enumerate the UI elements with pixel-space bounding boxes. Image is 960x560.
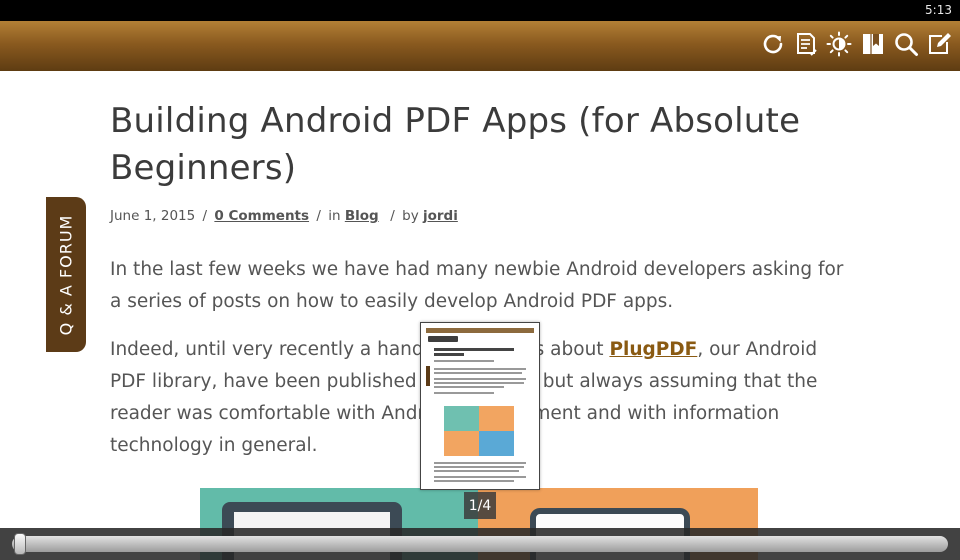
qa-forum-tab[interactable]: Q & A FORUM — [46, 197, 86, 352]
thumbnail-side-tab — [426, 366, 430, 386]
thumbnail-header — [426, 328, 534, 333]
thumbnail-text-line — [434, 480, 514, 482]
thumbnail-text-line — [434, 382, 524, 384]
page-seek-bar — [0, 528, 960, 560]
plugpdf-link[interactable]: PlugPDF — [609, 339, 697, 360]
seek-thumb[interactable] — [14, 533, 26, 555]
brightness-button[interactable] — [824, 29, 854, 59]
edit-button[interactable] — [924, 29, 954, 59]
notes-button[interactable] — [791, 29, 821, 59]
meta-separator: / — [316, 208, 321, 224]
thumbnail-text-line — [434, 368, 526, 370]
bookmark-icon — [863, 34, 883, 54]
meta-separator: / — [202, 208, 208, 224]
search-button[interactable] — [891, 29, 921, 59]
reader-toolbar — [0, 21, 960, 71]
status-bar: 5:13 — [0, 0, 960, 21]
thumbnail-text-line — [434, 476, 526, 478]
page-indicator: 1/4 — [464, 492, 496, 519]
thumbnail-title-line — [434, 348, 514, 351]
thumbnail-text-line — [434, 466, 524, 468]
article-meta: June 1, 2015 / 0 Comments / in Blog / by… — [110, 208, 850, 224]
refresh-button[interactable] — [758, 29, 788, 59]
bookmark-button[interactable] — [858, 29, 888, 59]
thumbnail-text-line — [434, 470, 519, 472]
thumbnail-text-line — [434, 462, 526, 464]
thumbnail-text-line — [434, 392, 494, 394]
status-time: 5:13 — [925, 3, 952, 17]
comments-link[interactable]: 0 Comments — [214, 208, 309, 224]
meta-separator: / — [390, 208, 395, 224]
thumbnail-text-line — [434, 386, 504, 388]
thumbnail-logo — [428, 336, 458, 342]
author-link[interactable]: jordi — [423, 208, 458, 224]
edit-icon — [929, 33, 951, 54]
article-paragraph: In the last few weeks we have had many n… — [110, 259, 844, 312]
refresh-icon — [763, 34, 783, 54]
thumbnail-content — [426, 328, 534, 484]
search-icon — [895, 33, 918, 56]
thumbnail-text-line — [434, 378, 526, 380]
thumbnail-title-line — [434, 353, 464, 356]
article-title: Building Android PDF Apps (for Absolute … — [110, 101, 801, 188]
thumbnail-text-line — [434, 360, 494, 362]
seek-track[interactable] — [12, 536, 948, 552]
thumbnail-text-line — [434, 372, 522, 374]
post-date: June 1, 2015 — [110, 208, 196, 224]
thumbnail-image — [444, 431, 479, 456]
thumbnail-image — [479, 406, 514, 431]
page-thumbnail[interactable] — [420, 322, 540, 490]
brightness-icon — [826, 31, 852, 57]
author-prefix: by — [402, 208, 419, 224]
category-prefix: in — [328, 208, 341, 224]
notes-icon — [797, 33, 817, 56]
thumbnail-image — [479, 431, 514, 456]
qa-forum-label: Q & A FORUM — [56, 214, 76, 335]
category-link[interactable]: Blog — [345, 208, 379, 224]
